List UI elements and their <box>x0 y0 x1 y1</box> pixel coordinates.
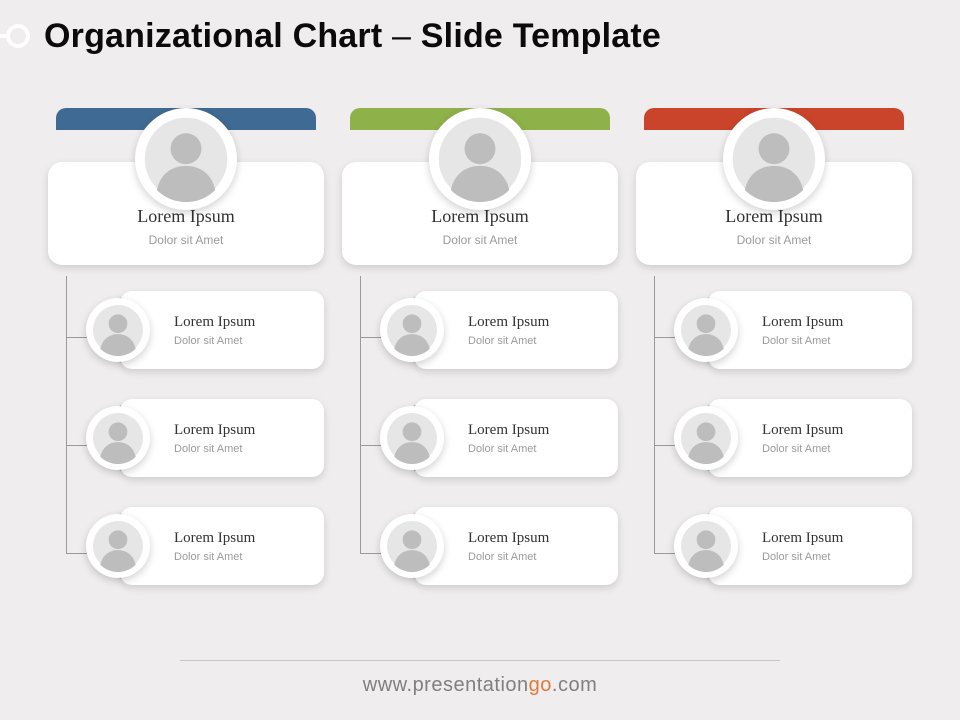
connector-trunk <box>66 276 67 553</box>
child-card: Lorem Ipsum Dolor sit Amet <box>120 291 324 369</box>
avatar <box>380 406 444 470</box>
footer-divider <box>180 660 780 661</box>
header-bullet-ring-icon <box>6 24 30 48</box>
child-name: Lorem Ipsum <box>468 530 618 547</box>
children-list: Lorem Ipsum Dolor sit Amet Lorem Ipsum D… <box>390 291 618 585</box>
child-card: Lorem Ipsum Dolor sit Amet <box>708 399 912 477</box>
child-name: Lorem Ipsum <box>762 422 912 439</box>
avatar <box>674 298 738 362</box>
avatar <box>86 406 150 470</box>
avatar <box>429 108 531 210</box>
person-icon <box>92 412 144 464</box>
avatar <box>723 108 825 210</box>
child-subtitle: Dolor sit Amet <box>468 551 618 563</box>
children-list: Lorem Ipsum Dolor sit Amet Lorem Ipsum D… <box>96 291 324 585</box>
child-subtitle: Dolor sit Amet <box>468 443 618 455</box>
child-name: Lorem Ipsum <box>762 314 912 331</box>
child-node: Lorem Ipsum Dolor sit Amet <box>96 507 324 585</box>
title-dash: – <box>392 17 421 55</box>
child-subtitle: Dolor sit Amet <box>762 443 912 455</box>
head-subtitle: Dolor sit Amet <box>58 233 314 247</box>
avatar <box>380 514 444 578</box>
child-node: Lorem Ipsum Dolor sit Amet <box>684 399 912 477</box>
head-subtitle: Dolor sit Amet <box>352 233 608 247</box>
child-card: Lorem Ipsum Dolor sit Amet <box>708 507 912 585</box>
child-card: Lorem Ipsum Dolor sit Amet <box>708 291 912 369</box>
connector-trunk <box>654 276 655 553</box>
child-node: Lorem Ipsum Dolor sit Amet <box>684 507 912 585</box>
child-node: Lorem Ipsum Dolor sit Amet <box>390 507 618 585</box>
person-icon <box>386 520 438 572</box>
child-card: Lorem Ipsum Dolor sit Amet <box>414 291 618 369</box>
title-part-1: Organizational Chart <box>44 17 382 55</box>
child-subtitle: Dolor sit Amet <box>762 551 912 563</box>
title-part-2: Slide Template <box>421 17 661 55</box>
child-name: Lorem Ipsum <box>468 314 618 331</box>
child-subtitle: Dolor sit Amet <box>762 335 912 347</box>
avatar <box>674 406 738 470</box>
children-list: Lorem Ipsum Dolor sit Amet Lorem Ipsum D… <box>684 291 912 585</box>
child-node: Lorem Ipsum Dolor sit Amet <box>96 291 324 369</box>
child-subtitle: Dolor sit Amet <box>174 443 324 455</box>
person-icon <box>143 116 229 202</box>
child-card: Lorem Ipsum Dolor sit Amet <box>120 399 324 477</box>
child-name: Lorem Ipsum <box>174 422 324 439</box>
org-column: Lorem Ipsum Dolor sit Amet Lorem Ipsum D… <box>48 118 324 615</box>
child-name: Lorem Ipsum <box>468 422 618 439</box>
head-card: Lorem Ipsum Dolor sit Amet <box>48 162 324 265</box>
org-chart: Lorem Ipsum Dolor sit Amet Lorem Ipsum D… <box>48 118 912 615</box>
child-subtitle: Dolor sit Amet <box>468 335 618 347</box>
org-column: Lorem Ipsum Dolor sit Amet Lorem Ipsum D… <box>342 118 618 615</box>
child-node: Lorem Ipsum Dolor sit Amet <box>390 399 618 477</box>
person-icon <box>386 412 438 464</box>
slide-title: Organizational Chart – Slide Template <box>44 17 661 56</box>
person-icon <box>437 116 523 202</box>
head-subtitle: Dolor sit Amet <box>646 233 902 247</box>
person-icon <box>92 304 144 356</box>
child-subtitle: Dolor sit Amet <box>174 551 324 563</box>
slide-header: Organizational Chart – Slide Template <box>0 10 661 62</box>
avatar <box>86 298 150 362</box>
child-card: Lorem Ipsum Dolor sit Amet <box>120 507 324 585</box>
avatar <box>380 298 444 362</box>
person-icon <box>680 520 732 572</box>
child-name: Lorem Ipsum <box>174 314 324 331</box>
child-name: Lorem Ipsum <box>762 530 912 547</box>
org-column: Lorem Ipsum Dolor sit Amet Lorem Ipsum D… <box>636 118 912 615</box>
person-icon <box>680 412 732 464</box>
connector-trunk <box>360 276 361 553</box>
person-icon <box>386 304 438 356</box>
head-card: Lorem Ipsum Dolor sit Amet <box>342 162 618 265</box>
head-card: Lorem Ipsum Dolor sit Amet <box>636 162 912 265</box>
child-card: Lorem Ipsum Dolor sit Amet <box>414 507 618 585</box>
person-icon <box>92 520 144 572</box>
person-icon <box>731 116 817 202</box>
child-card: Lorem Ipsum Dolor sit Amet <box>414 399 618 477</box>
child-name: Lorem Ipsum <box>174 530 324 547</box>
avatar <box>135 108 237 210</box>
avatar <box>86 514 150 578</box>
child-node: Lorem Ipsum Dolor sit Amet <box>684 291 912 369</box>
child-node: Lorem Ipsum Dolor sit Amet <box>390 291 618 369</box>
avatar <box>674 514 738 578</box>
footer-link: www.presentationgo.com <box>0 674 960 697</box>
child-subtitle: Dolor sit Amet <box>174 335 324 347</box>
child-node: Lorem Ipsum Dolor sit Amet <box>96 399 324 477</box>
person-icon <box>680 304 732 356</box>
